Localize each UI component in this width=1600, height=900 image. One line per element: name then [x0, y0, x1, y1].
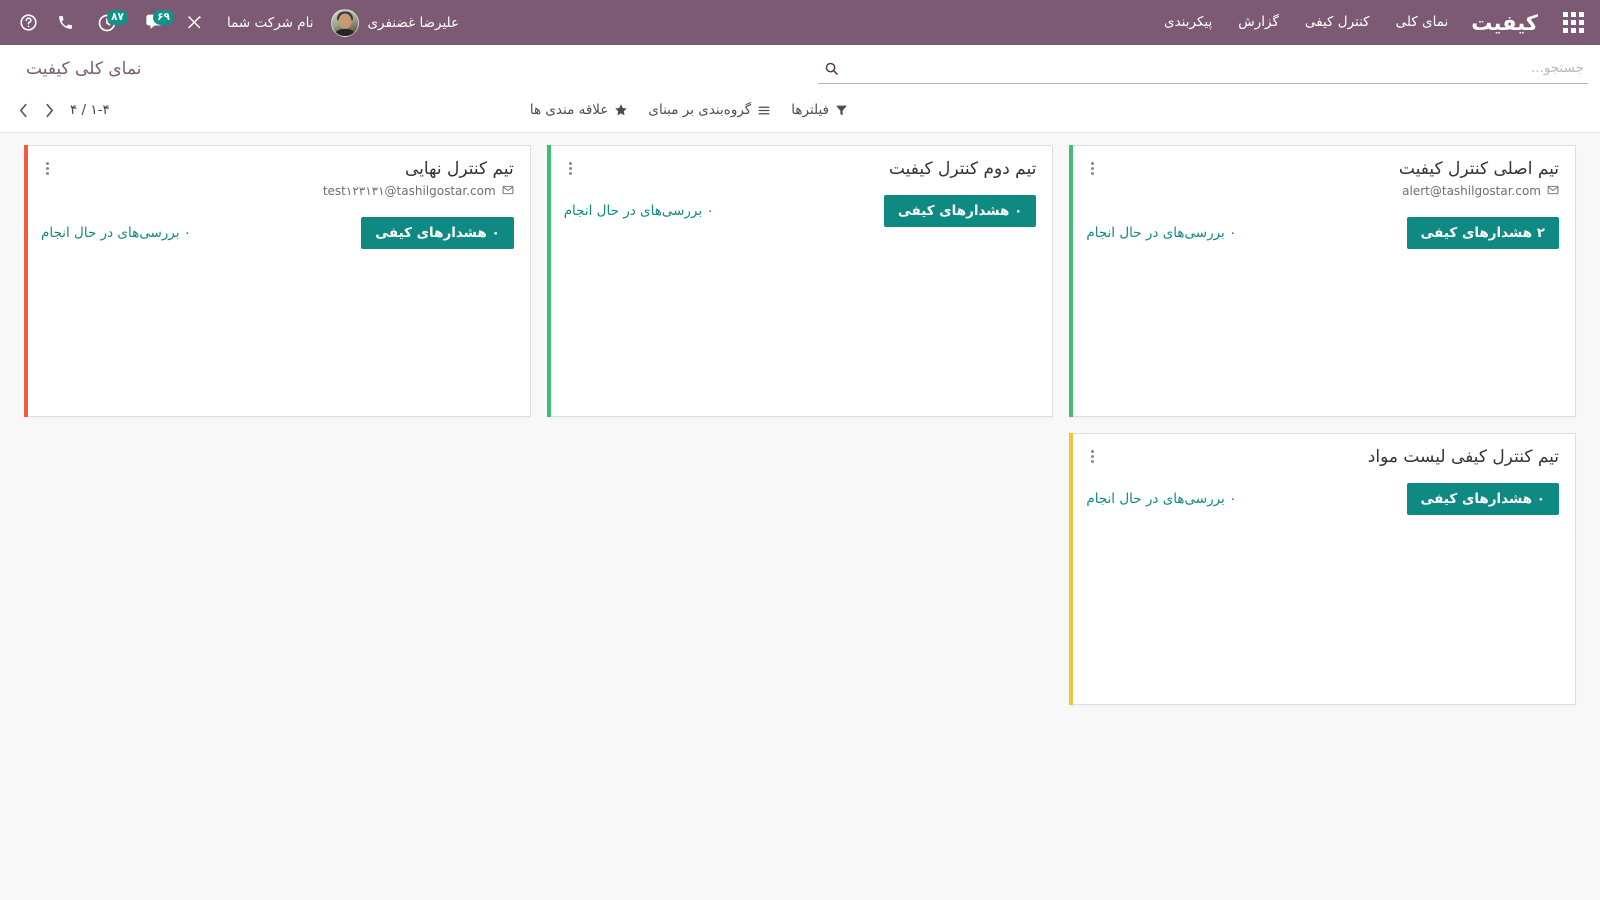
kanban-column-2: تیم دوم کنترل کیفیت ۰ هشدارهای کیفی ۰ بر…	[539, 145, 1062, 705]
kanban-column-1: تیم اصلی کنترل کیفیت alert@tashilgostar.…	[1061, 145, 1584, 705]
control-panel-buttons: فیلترها گروه‌بندی بر مبنای علاقه مندی ها	[520, 98, 858, 122]
funnel-icon	[835, 104, 848, 117]
kanban-card-title: تیم اصلی کنترل کیفیت	[1398, 159, 1559, 179]
group-by-button-label: گروه‌بندی بر مبنای	[648, 102, 752, 118]
kanban-card[interactable]: تیم دوم کنترل کیفیت ۰ هشدارهای کیفی ۰ بر…	[546, 145, 1054, 417]
menu-overview[interactable]: نمای کلی	[1383, 0, 1462, 45]
kanban-card-email-text: alert@tashilgostar.com	[1402, 184, 1541, 199]
navbar-right-group: کیفیت نمای کلی کنترل کیفی گزارش پیکربندی	[1151, 0, 1592, 45]
avatar	[331, 8, 360, 37]
quality-alerts-button[interactable]: ۲ هشدارهای کیفی	[1406, 216, 1559, 249]
user-menu[interactable]: علیرضا غضنفری	[327, 8, 469, 37]
activities-button[interactable]: ۸۷	[84, 0, 130, 45]
page-title: نمای کلی کیفیت	[26, 58, 142, 79]
kanban-card[interactable]: تیم کنترل نهایی test۱۲۳۱۳۱@tashilgostar.…	[24, 145, 531, 417]
filters-button[interactable]: فیلترها	[781, 98, 858, 122]
kebab-menu-icon[interactable]	[41, 158, 54, 179]
kanban-card-title: تیم دوم کنترل کیفیت	[888, 159, 1037, 179]
quality-alerts-button[interactable]: ۰ هشدارهای کیفی	[1406, 482, 1559, 515]
company-switcher[interactable]: نام شرکت شما	[213, 15, 327, 31]
kanban-card-stripe	[24, 145, 29, 417]
kanban-column-3: تیم کنترل نهایی test۱۲۳۱۳۱@tashilgostar.…	[16, 145, 539, 705]
wrench-screwdriver-icon[interactable]	[176, 0, 213, 45]
menu-reporting[interactable]: گزارش	[1225, 0, 1292, 45]
favorites-button-label: علاقه مندی ها	[529, 102, 609, 118]
kanban-card-title: تیم کنترل نهایی	[404, 159, 514, 179]
user-name-label: علیرضا غضنفری	[367, 14, 460, 31]
filters-button-label: فیلترها	[791, 102, 829, 118]
messages-count-badge: ۶۹	[153, 10, 174, 25]
kanban-card-body: ۰ هشدارهای کیفی ۰ بررسی‌های در حال انجام	[1086, 482, 1559, 515]
kebab-menu-icon[interactable]	[1086, 446, 1099, 467]
ongoing-checks-link[interactable]: ۰ بررسی‌های در حال انجام	[564, 203, 714, 219]
quality-alerts-button[interactable]: ۰ هشدارهای کیفی	[361, 216, 514, 249]
app-brand-title[interactable]: کیفیت	[1461, 11, 1554, 35]
kanban-card[interactable]: تیم اصلی کنترل کیفیت alert@tashilgostar.…	[1069, 145, 1576, 417]
activities-count-badge: ۸۷	[107, 10, 128, 25]
search-view[interactable]	[818, 54, 1588, 84]
ongoing-checks-link[interactable]: ۰ بررسی‌های در حال انجام	[1086, 225, 1236, 241]
kanban-card-stripe	[546, 145, 551, 417]
kanban-card-body: ۰ هشدارهای کیفی ۰ بررسی‌های در حال انجام	[564, 194, 1037, 227]
search-icon[interactable]	[818, 61, 844, 76]
kanban-card-email: test۱۲۳۱۳۱@tashilgostar.com	[41, 184, 514, 199]
kebab-menu-icon[interactable]	[564, 158, 577, 179]
envelope-icon	[502, 184, 514, 199]
kanban-card-email: alert@tashilgostar.com	[1086, 184, 1559, 199]
group-by-button[interactable]: گروه‌بندی بر مبنای	[638, 98, 781, 122]
quality-alerts-button[interactable]: ۰ هشدارهای کیفی	[883, 194, 1037, 227]
control-panel: نمای کلی کیفیت فیلترها گروه‌بندی بر مبنا…	[0, 45, 1600, 133]
kanban-card[interactable]: تیم کنترل کیفی لیست مواد ۰ هشدارهای کیفی…	[1069, 433, 1576, 705]
control-panel-bottom-row: فیلترها گروه‌بندی بر مبنای علاقه مندی ها…	[12, 92, 1588, 132]
kanban-card-header: تیم اصلی کنترل کیفیت	[1086, 158, 1559, 181]
navbar-left-group: علیرضا غضنفری نام شرکت شما ۶۹ ۸۷	[10, 0, 469, 45]
phone-icon[interactable]	[47, 0, 84, 45]
search-input[interactable]	[844, 60, 1588, 76]
pager-count: ۱-۴ / ۴	[70, 102, 110, 118]
kanban-card-header: تیم کنترل نهایی	[41, 158, 514, 181]
kanban-card-header: تیم کنترل کیفی لیست مواد	[1086, 446, 1559, 469]
kanban-card-stripe	[1069, 145, 1074, 417]
pager-next-button[interactable]	[38, 98, 60, 122]
top-navbar: کیفیت نمای کلی کنترل کیفی گزارش پیکربندی…	[0, 0, 1600, 45]
list-icon	[757, 104, 771, 117]
envelope-icon	[1547, 184, 1559, 199]
messages-button[interactable]: ۶۹	[130, 0, 176, 45]
kanban-card-body: ۲ هشدارهای کیفی ۰ بررسی‌های در حال انجام	[1086, 216, 1559, 249]
control-panel-top-row: نمای کلی کیفیت	[12, 45, 1588, 92]
apps-grid-dots	[1562, 12, 1584, 33]
kanban-card-stripe	[1069, 433, 1074, 705]
kanban-card-title: تیم کنترل کیفی لیست مواد	[1367, 447, 1559, 467]
ongoing-checks-link[interactable]: ۰ بررسی‌های در حال انجام	[1086, 491, 1236, 507]
apps-grid-icon[interactable]	[1554, 0, 1592, 45]
pager-previous-button[interactable]	[12, 98, 34, 122]
menu-quality-control[interactable]: کنترل کیفی	[1292, 0, 1383, 45]
ongoing-checks-link[interactable]: ۰ بررسی‌های در حال انجام	[41, 225, 191, 241]
star-icon	[614, 103, 628, 117]
kebab-menu-icon[interactable]	[1086, 158, 1099, 179]
question-circle-icon[interactable]	[10, 0, 47, 45]
kanban-card-email-text: test۱۲۳۱۳۱@tashilgostar.com	[322, 184, 496, 199]
menu-configuration[interactable]: پیکربندی	[1151, 0, 1225, 45]
kanban-card-header: تیم دوم کنترل کیفیت	[564, 158, 1037, 181]
kanban-card-body: ۰ هشدارهای کیفی ۰ بررسی‌های در حال انجام	[41, 216, 514, 249]
pager: ۱-۴ / ۴	[12, 98, 116, 122]
favorites-button[interactable]: علاقه مندی ها	[520, 98, 639, 122]
kanban-view: تیم اصلی کنترل کیفیت alert@tashilgostar.…	[0, 133, 1600, 900]
